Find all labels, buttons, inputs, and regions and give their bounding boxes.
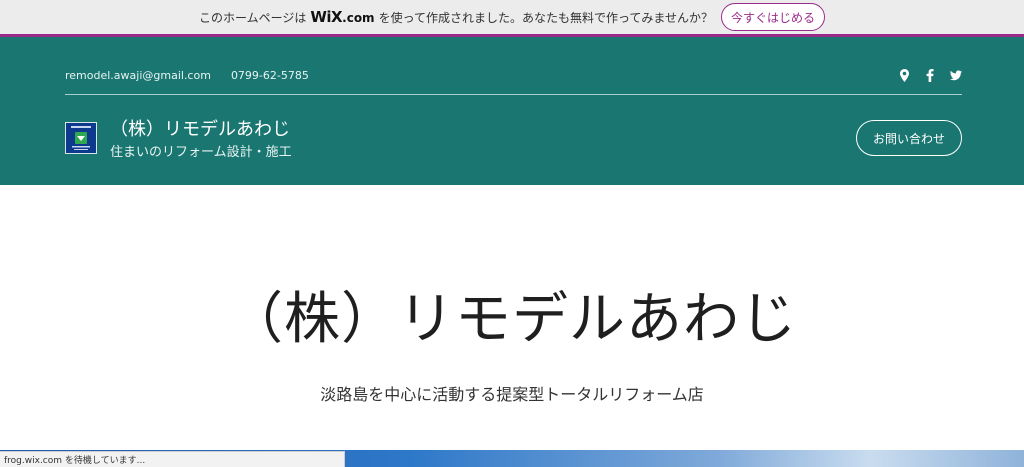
site-header: remodel.awaji@gmail.com 0799-62-5785 （株）… <box>0 37 1024 185</box>
hero-subtitle: 淡路島を中心に活動する提案型トータルリフォーム店 <box>320 385 704 404</box>
company-logo[interactable] <box>65 122 97 154</box>
start-now-button[interactable]: 今すぐはじめる <box>721 3 826 31</box>
site-tagline: 住まいのリフォーム設計・施工 <box>110 145 292 160</box>
wix-logo: WiX.com <box>310 8 375 26</box>
banner-text-before: このホームページは <box>198 10 307 25</box>
wix-promo-banner: このホームページは WiX.com を使って作成されました。あなたも無料で作って… <box>0 0 1024 37</box>
browser-status-bar: frog.wix.com を待機しています... <box>0 451 345 467</box>
header-divider <box>65 94 962 95</box>
contact-info: remodel.awaji@gmail.com 0799-62-5785 <box>65 69 309 82</box>
site-name[interactable]: （株）リモデルあわじ <box>110 115 290 141</box>
phone-number: 0799-62-5785 <box>230 69 309 82</box>
email-link[interactable]: remodel.awaji@gmail.com <box>65 69 211 82</box>
facebook-icon[interactable] <box>924 68 936 82</box>
contact-us-button[interactable]: お問い合わせ <box>856 120 962 156</box>
banner-text-after: を使って作成されました。あなたも無料で作ってみませんか？ <box>378 10 714 25</box>
twitter-icon[interactable] <box>950 68 962 82</box>
social-links <box>898 68 962 82</box>
map-pin-icon[interactable] <box>898 68 910 82</box>
hero-title: （株）リモデルあわじ <box>227 287 797 352</box>
